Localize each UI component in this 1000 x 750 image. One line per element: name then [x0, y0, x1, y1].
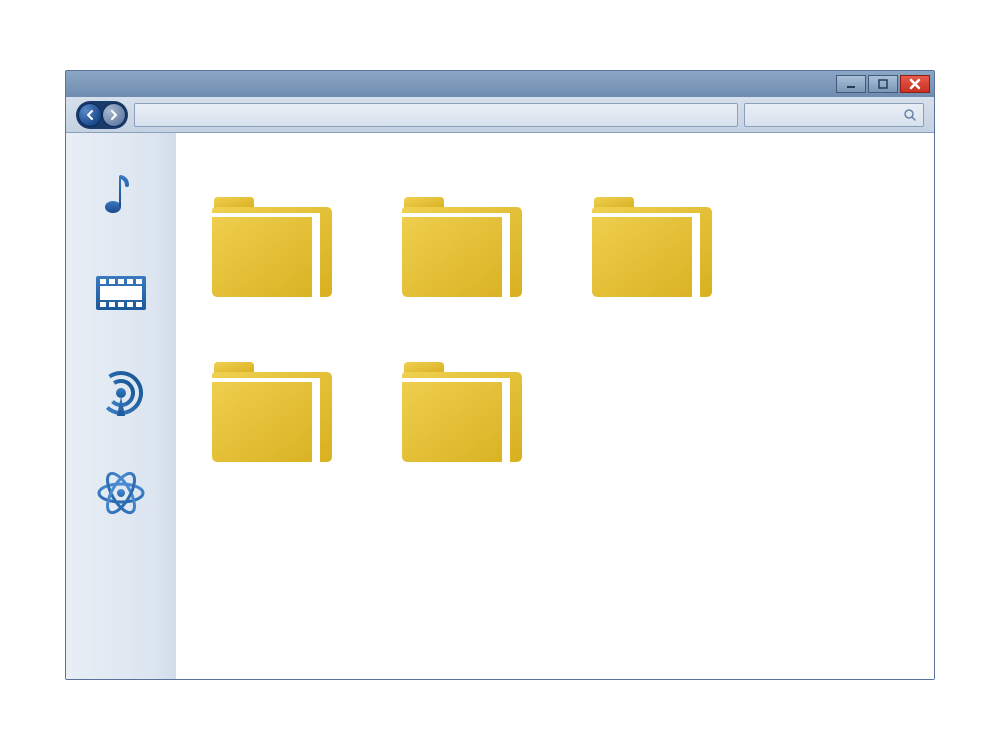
main-panel — [176, 133, 934, 679]
search-icon — [903, 108, 917, 122]
sidebar-item-music[interactable] — [91, 163, 151, 223]
folder-item[interactable] — [396, 358, 526, 468]
back-button[interactable] — [78, 103, 102, 127]
folder-icon — [206, 193, 336, 303]
forward-button[interactable] — [102, 103, 126, 127]
minimize-icon — [844, 77, 858, 91]
maximize-icon — [876, 77, 890, 91]
folder-icon — [396, 193, 526, 303]
folder-item[interactable] — [206, 358, 336, 468]
atom-icon — [95, 467, 147, 519]
arrow-right-icon — [108, 109, 120, 121]
nav-buttons — [76, 101, 128, 129]
content-area — [66, 133, 934, 679]
folder-item[interactable] — [586, 193, 716, 303]
sidebar-item-science[interactable] — [91, 463, 151, 523]
toolbar — [66, 97, 934, 133]
minimize-button[interactable] — [836, 75, 866, 93]
sidebar-item-podcasts[interactable] — [91, 363, 151, 423]
search-input[interactable] — [744, 103, 924, 127]
folder-icon — [396, 358, 526, 468]
sidebar-item-videos[interactable] — [91, 263, 151, 323]
titlebar — [66, 71, 934, 97]
folder-icon — [586, 193, 716, 303]
folder-icon — [206, 358, 336, 468]
folder-item[interactable] — [206, 193, 336, 303]
sidebar — [66, 133, 176, 679]
broadcast-icon — [96, 368, 146, 418]
maximize-button[interactable] — [868, 75, 898, 93]
address-input[interactable] — [134, 103, 738, 127]
close-icon — [908, 77, 922, 91]
film-icon — [94, 274, 148, 312]
music-note-icon — [99, 171, 143, 215]
folder-item[interactable] — [396, 193, 526, 303]
file-browser-window — [65, 70, 935, 680]
arrow-left-icon — [84, 109, 96, 121]
close-button[interactable] — [900, 75, 930, 93]
